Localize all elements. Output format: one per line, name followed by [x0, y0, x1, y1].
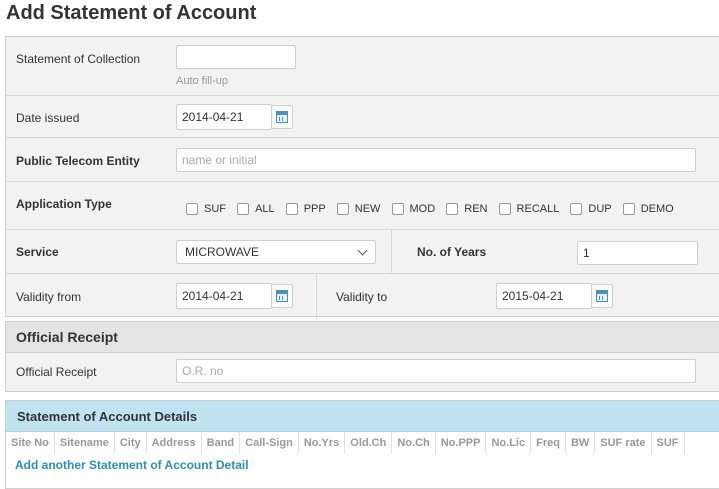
app-type-option-recall[interactable]: RECALL [498, 203, 568, 216]
checkbox[interactable] [622, 203, 635, 216]
app-type-row: Application Type SUF ALL PPP NEW MOD REN… [6, 181, 719, 230]
date-issued-label: Date issued [16, 111, 80, 125]
validity-from-label: Validity from [16, 290, 82, 304]
calendar-icon [596, 290, 608, 302]
column-header: Freq [531, 432, 566, 454]
validity-to-input[interactable]: 2015-04-21 [496, 283, 592, 309]
column-header: Sitename [55, 432, 115, 454]
validity-row: Validity from 2014-04-21 Validity to 201… [6, 273, 719, 319]
checkbox[interactable] [570, 203, 583, 216]
checkbox[interactable] [237, 203, 250, 216]
soc-label: Statement of Collection [16, 52, 141, 66]
column-header: No.PPP [436, 432, 487, 454]
years-label: No. of Years [417, 245, 487, 259]
service-select-value: MICROWAVE [185, 245, 259, 259]
column-header: BW [566, 432, 596, 454]
column-header: Band [202, 432, 241, 454]
official-receipt-input[interactable]: O.R. no [176, 359, 696, 383]
app-type-option-new[interactable]: NEW [336, 203, 389, 216]
column-header: No.Lic [486, 432, 532, 454]
column-header: Site No [6, 432, 55, 454]
official-receipt-label: Official Receipt [16, 365, 97, 379]
app-type-option-all[interactable]: ALL [237, 203, 283, 216]
official-receipt-header: Official Receipt [6, 322, 719, 353]
official-receipt-title: Official Receipt [16, 329, 118, 345]
column-header: No.Yrs [299, 432, 346, 454]
app-type-label: Application Type [16, 197, 112, 211]
soa-details-title: Statement of Account Details [17, 409, 198, 424]
column-header: Old.Ch [345, 432, 393, 454]
checkbox[interactable] [446, 203, 459, 216]
checkbox[interactable] [285, 203, 298, 216]
calendar-icon [276, 111, 288, 123]
date-issued-calendar-button[interactable] [271, 105, 293, 129]
service-select[interactable]: MICROWAVE [176, 240, 376, 264]
column-divider [316, 274, 317, 319]
column-header: Address [147, 432, 202, 454]
validity-from-input[interactable]: 2014-04-21 [176, 283, 272, 309]
page-title: Add Statement of Account [6, 2, 257, 24]
soa-details-panel: Statement of Account Details Site No Sit… [5, 400, 719, 489]
official-receipt-panel: Official Receipt Official Receipt O.R. n… [5, 321, 719, 392]
column-header: Call-Sign [240, 432, 299, 454]
app-type-option-dup[interactable]: DUP [570, 203, 619, 216]
column-header: SUF [652, 432, 685, 454]
app-type-option-demo[interactable]: DEMO [622, 203, 682, 216]
chevron-down-icon [357, 245, 368, 256]
checkbox[interactable] [336, 203, 349, 216]
soc-input[interactable] [176, 45, 296, 69]
soa-details-header: Statement of Account Details [6, 401, 719, 432]
entity-row: Public Telecom Entity name or initial [6, 137, 719, 182]
years-input[interactable]: 1 [577, 241, 698, 265]
soc-hint: Auto fill-up [176, 75, 228, 87]
column-header: SUF rate [595, 432, 652, 454]
app-type-option-suf[interactable]: SUF [186, 203, 234, 216]
validity-from-calendar-button[interactable] [271, 284, 293, 308]
add-soa-detail-link[interactable]: Add another Statement of Account Detail [15, 458, 249, 472]
column-divider [391, 230, 392, 274]
column-header: City [115, 432, 147, 454]
checkbox[interactable] [498, 203, 511, 216]
validity-to-calendar-button[interactable] [591, 284, 613, 308]
app-type-option-ren[interactable]: REN [446, 203, 495, 216]
date-issued-row: Date issued 2014-04-21 [6, 95, 719, 138]
checkbox[interactable] [186, 203, 198, 216]
service-label: Service [16, 245, 59, 259]
entity-label: Public Telecom Entity [16, 154, 140, 168]
soa-details-table-header: Site No Sitename City Address Band Call-… [6, 432, 719, 454]
service-row: Service MICROWAVE No. of Years 1 [6, 229, 719, 274]
calendar-icon [276, 290, 288, 302]
date-issued-input[interactable]: 2014-04-21 [176, 104, 272, 130]
app-type-option-mod[interactable]: MOD [391, 203, 444, 216]
checkbox[interactable] [391, 203, 404, 216]
soa-form-panel: Statement of Collection Auto fill-up Dat… [5, 36, 719, 319]
column-header: No.Ch [392, 432, 436, 454]
app-type-option-ppp[interactable]: PPP [285, 203, 334, 216]
validity-to-label: Validity to [336, 290, 388, 304]
app-type-options: SUF ALL PPP NEW MOD REN RECALL DUP DEMO [186, 203, 682, 216]
entity-input[interactable]: name or initial [176, 148, 696, 172]
soc-row: Statement of Collection Auto fill-up [6, 37, 719, 95]
